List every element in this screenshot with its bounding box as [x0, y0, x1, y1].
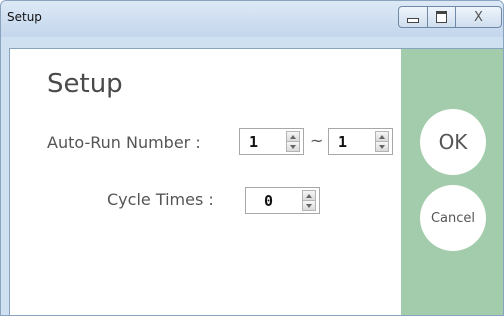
- auto-run-to-arrows: [375, 131, 389, 152]
- arrow-up-icon: [379, 134, 385, 139]
- arrow-down-icon: [290, 144, 296, 149]
- range-separator: ~: [310, 131, 324, 150]
- arrow-up-icon: [290, 134, 296, 139]
- auto-run-to-value[interactable]: 1: [338, 133, 347, 151]
- cancel-button[interactable]: Cancel: [420, 185, 486, 251]
- auto-run-from-decrement-button[interactable]: [286, 142, 300, 152]
- close-icon: X: [474, 9, 483, 25]
- arrow-down-icon: [379, 144, 385, 149]
- auto-run-from-increment-button[interactable]: [286, 131, 300, 142]
- ok-button[interactable]: OK: [420, 109, 486, 175]
- action-panel: [401, 49, 503, 315]
- page-title: Setup: [47, 69, 123, 99]
- minimize-icon: [407, 18, 419, 23]
- auto-run-from-stepper[interactable]: 1: [239, 128, 304, 155]
- setup-window: Setup X Setup Auto-Run Number : 1 ~ 1 Cy…: [0, 0, 504, 316]
- arrow-up-icon: [306, 193, 312, 198]
- cycle-times-value[interactable]: 0: [264, 192, 273, 210]
- arrow-down-icon: [306, 203, 312, 208]
- minimize-button[interactable]: [398, 6, 428, 28]
- auto-run-to-decrement-button[interactable]: [375, 142, 389, 152]
- auto-run-to-stepper[interactable]: 1: [328, 128, 393, 155]
- cycle-times-decrement-button[interactable]: [302, 201, 316, 211]
- maximize-button[interactable]: [427, 6, 456, 28]
- window-title: Setup: [7, 10, 42, 24]
- auto-run-number-label: Auto-Run Number :: [47, 133, 201, 152]
- auto-run-from-arrows: [286, 131, 300, 152]
- cycle-times-stepper[interactable]: 0: [245, 187, 320, 214]
- cycle-times-arrows: [302, 190, 316, 211]
- cycle-times-increment-button[interactable]: [302, 190, 316, 201]
- auto-run-from-value[interactable]: 1: [249, 133, 258, 151]
- title-bar[interactable]: Setup X: [1, 1, 503, 37]
- maximize-icon: [436, 11, 447, 23]
- cycle-times-label: Cycle Times :: [107, 190, 214, 209]
- auto-run-to-increment-button[interactable]: [375, 131, 389, 142]
- close-button[interactable]: X: [455, 6, 502, 28]
